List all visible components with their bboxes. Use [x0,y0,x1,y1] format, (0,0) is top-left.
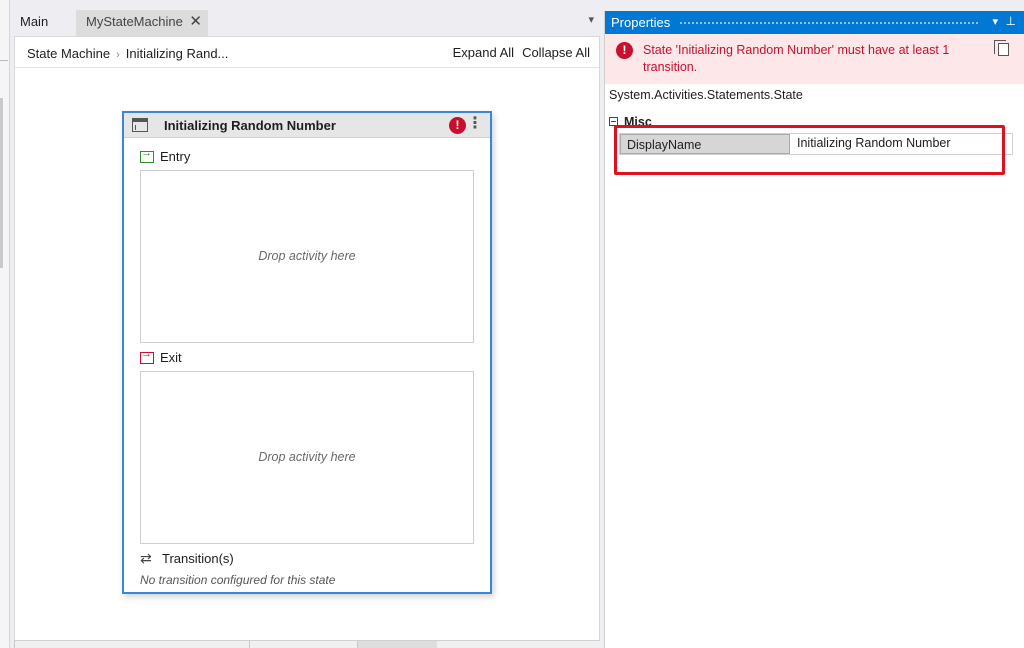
close-icon[interactable]: ✕ [189,10,202,34]
state-icon [132,118,148,132]
error-icon[interactable]: ! [449,117,466,134]
exit-drop-placeholder: Drop activity here [258,449,356,464]
entry-section-label: Entry [140,147,191,164]
property-name: DisplayName [620,134,790,154]
exit-drop-zone[interactable]: Drop activity here [140,371,474,544]
error-icon: ! [616,42,633,59]
left-panel-strip [0,0,10,648]
bottom-bar-segment[interactable] [14,641,249,648]
designer-bottom-bar [14,640,600,648]
left-strip-divider [0,60,8,72]
bottom-bar-segment[interactable] [357,641,437,648]
left-strip-scrollbar[interactable] [0,98,8,268]
workflow-designer: State Machine › Initializing Rand... Expan… [14,36,600,648]
no-transition-message: No transition configured for this state [140,573,336,587]
properties-title-bar: Properties ▾ ⊥ [605,11,1024,34]
breadcrumb-root[interactable]: State Machine [27,46,110,61]
exit-label: Exit [160,350,182,365]
more-icon[interactable]: ⋮ [467,116,483,132]
transition-icon: ⇄ [140,550,152,566]
chevron-down-icon[interactable]: ▾ [992,15,998,28]
tab-main-label: Main [20,14,49,29]
state-name: Initializing Random Number [164,118,336,133]
tab-mystatemachine-label: MyStateMachine [86,14,183,29]
designer-actions: Expand All Collapse All [445,45,590,60]
pin-icon[interactable]: ⊥ [1006,14,1016,28]
state-activity[interactable]: Initializing Random Number ! ⋮ Entry Dro… [122,111,492,594]
transitions-section-label: ⇄ Transition(s) [140,551,234,566]
property-row-displayname[interactable]: DisplayName Initializing Random Number [619,133,1013,155]
validation-error-banner: ! State 'Initializing Random Number' mus… [605,34,1024,84]
collapse-all-button[interactable]: Collapse All [522,45,590,60]
exit-section-label: Exit [140,348,182,365]
collapse-icon[interactable] [609,117,618,126]
bottom-bar-segment[interactable] [249,641,357,648]
entry-icon [140,147,154,163]
transitions-label: Transition(s) [162,551,234,566]
document-tab-bar: Main MyStateMachine ✕ ▾ [10,8,600,36]
entry-drop-placeholder: Drop activity here [258,248,356,263]
category-label: Misc [624,115,652,129]
category-misc[interactable]: Misc [609,115,652,129]
validation-error-message: State 'Initializing Random Number' must … [643,43,950,74]
copy-icon[interactable] [994,40,1009,56]
exit-icon [140,348,154,364]
expand-all-button[interactable]: Expand All [453,45,514,60]
state-title-bar[interactable]: Initializing Random Number ! ⋮ [124,113,490,138]
chevron-down-icon[interactable]: ▾ [588,13,594,26]
properties-title: Properties [611,15,671,30]
selected-type-name: System.Activities.Statements.State [609,88,803,102]
chevron-right-icon: › [116,49,120,61]
entry-label: Entry [160,149,191,164]
breadcrumb-current: Initializing Rand... [125,46,229,61]
title-grip [679,21,978,25]
designer-header: State Machine › Initializing Rand... Expan… [15,37,599,68]
tab-mystatemachine[interactable]: MyStateMachine ✕ [76,10,208,36]
displayname-input[interactable]: Initializing Random Number [795,134,1011,154]
entry-drop-zone[interactable]: Drop activity here [140,170,474,343]
tab-main[interactable]: Main [10,10,68,36]
breadcrumb: State Machine › Initializing Rand... [27,46,228,61]
properties-panel: Properties ▾ ⊥ ! State 'Initializing Ran… [604,11,1024,648]
